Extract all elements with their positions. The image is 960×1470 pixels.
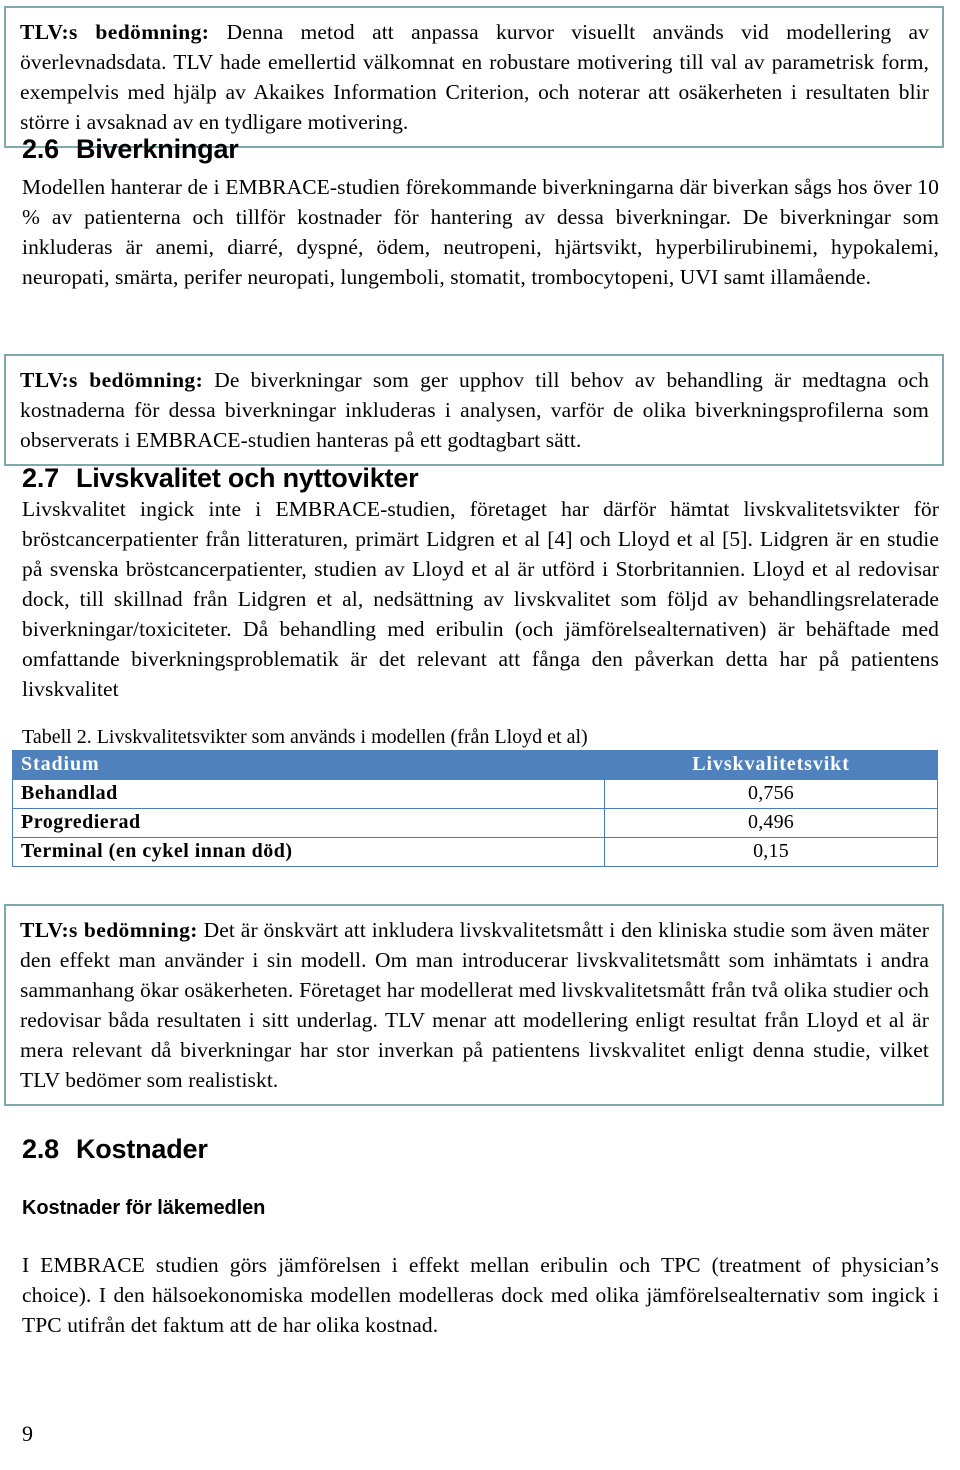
tlv-assessment-label: TLV:s bedömning: xyxy=(20,368,204,392)
section-title: Biverkningar xyxy=(75,134,239,164)
section-number: 2.7 xyxy=(22,463,59,493)
table-header-livskvalitetsvikt: Livskvalitetsvikt xyxy=(604,750,938,780)
table-cell-weight: 0,756 xyxy=(604,779,938,809)
section-number: 2.8 xyxy=(22,1134,59,1164)
paragraph-costs: I EMBRACE studien görs jämförelsen i eff… xyxy=(22,1250,939,1340)
subheading-kostnader-for-lakemedlen: Kostnader för läkemedlen xyxy=(22,1197,266,1219)
page-number: 9 xyxy=(22,1421,33,1446)
tlv-assessment-box-adverse-events: TLV:s bedömning: De biverkningar som ger… xyxy=(4,354,944,466)
table-cell-stage: Terminal (en cykel innan död) xyxy=(12,837,605,867)
tlv-assessment-paragraph: TLV:s bedömning: Denna metod att anpassa… xyxy=(20,17,929,137)
table-row: Terminal (en cykel innan död) 0,15 xyxy=(12,837,938,867)
table-header-stadium: Stadium xyxy=(12,750,605,780)
section-number: 2.6 xyxy=(22,134,59,164)
quality-of-life-weights-table: Stadium Livskvalitetsvikt Behandlad 0,75… xyxy=(12,750,938,867)
section-title: Kostnader xyxy=(75,1134,208,1164)
table-caption: Tabell 2. Livskvalitetsvikter som använd… xyxy=(22,726,588,748)
section-title: Livskvalitet och nyttovikter xyxy=(75,463,419,493)
table-cell-weight: 0,15 xyxy=(604,837,938,867)
paragraph-quality-of-life: Livskvalitet ingick inte i EMBRACE-studi… xyxy=(22,494,939,704)
paragraph-text: I EMBRACE studien görs jämförelsen i eff… xyxy=(22,1253,939,1337)
table-cell-stage: Behandlad xyxy=(12,779,605,809)
heading-section-2-6: 2.6 Biverkningar xyxy=(22,134,239,165)
tlv-assessment-paragraph: TLV:s bedömning: De biverkningar som ger… xyxy=(20,365,929,455)
tlv-assessment-label: TLV:s bedömning: xyxy=(20,918,198,942)
paragraph-text: Modellen hanterar de i EMBRACE-studien f… xyxy=(22,175,939,289)
tlv-assessment-box-survival: TLV:s bedömning: Denna metod att anpassa… xyxy=(4,6,944,148)
paragraph-text: Livskvalitet ingick inte i EMBRACE-studi… xyxy=(22,497,939,701)
paragraph-adverse-events: Modellen hanterar de i EMBRACE-studien f… xyxy=(22,172,939,292)
table-cell-stage: Progredierad xyxy=(12,808,605,838)
tlv-assessment-label: TLV:s bedömning: xyxy=(20,20,210,44)
table-row: Progredierad 0,496 xyxy=(12,808,938,838)
heading-section-2-7: 2.7 Livskvalitet och nyttovikter xyxy=(22,463,419,494)
table-row: Behandlad 0,756 xyxy=(12,779,938,809)
heading-section-2-8: 2.8 Kostnader xyxy=(22,1134,208,1165)
document-page: TLV:s bedömning: Denna metod att anpassa… xyxy=(0,0,960,1470)
tlv-assessment-paragraph: TLV:s bedömning: Det är önskvärt att ink… xyxy=(20,915,929,1095)
tlv-assessment-box-quality-of-life: TLV:s bedömning: Det är önskvärt att ink… xyxy=(4,904,944,1106)
tlv-assessment-text: Det är önskvärt att inkludera livskvalit… xyxy=(20,918,929,1092)
table-cell-weight: 0,496 xyxy=(604,808,938,838)
table-header-row: Stadium Livskvalitetsvikt xyxy=(12,750,938,780)
